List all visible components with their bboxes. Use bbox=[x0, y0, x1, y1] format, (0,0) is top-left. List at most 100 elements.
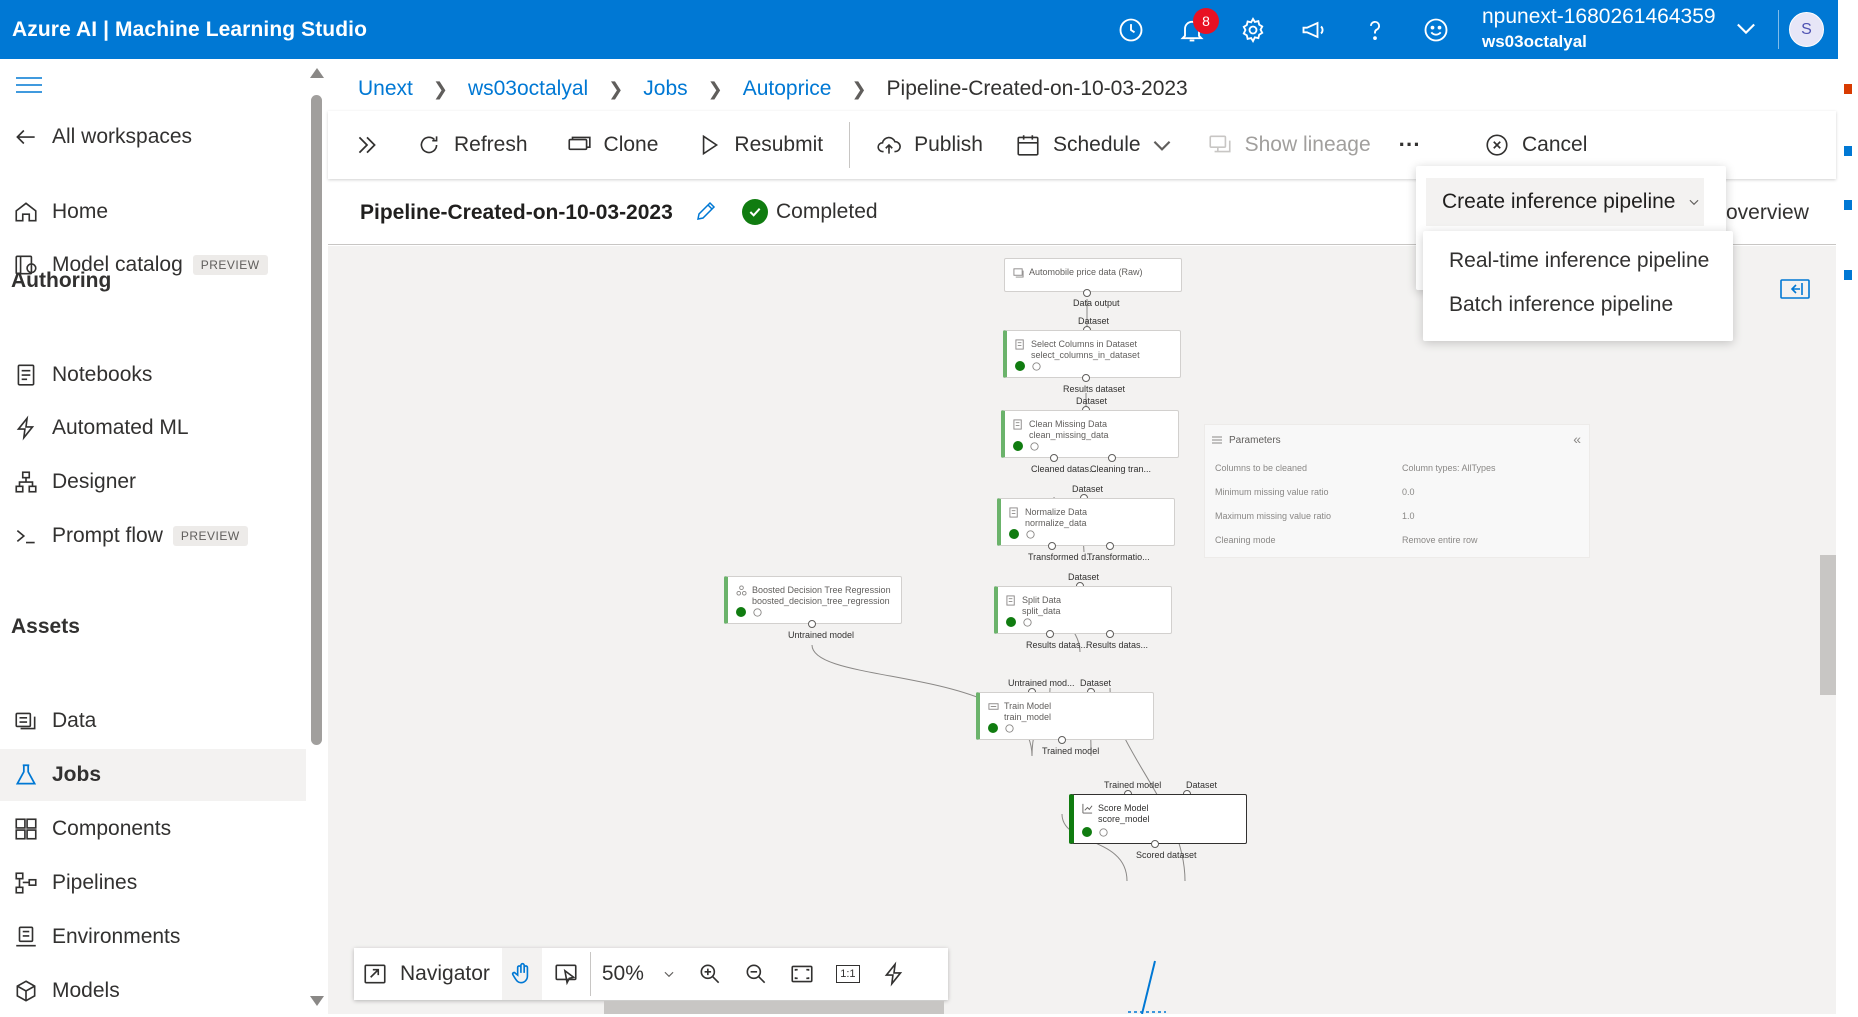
canvas-horizontal-scrollbar[interactable] bbox=[604, 1001, 944, 1014]
sidebar-item-designer[interactable]: Designer bbox=[0, 456, 306, 508]
node-split-data[interactable]: Split Data split_data bbox=[994, 586, 1172, 634]
select-tool-button[interactable] bbox=[542, 948, 590, 1000]
panel-expand-icon[interactable] bbox=[1780, 279, 1810, 299]
job-title: Pipeline-Created-on-10-03-2023 bbox=[360, 201, 673, 224]
hamburger-icon[interactable] bbox=[15, 75, 43, 95]
zoom-out-button[interactable] bbox=[733, 948, 779, 1000]
pencil-icon[interactable] bbox=[694, 199, 718, 223]
notifications-button[interactable]: 8 bbox=[1161, 0, 1222, 59]
sidebar-item-jobs[interactable]: Jobs bbox=[0, 749, 306, 801]
menu-item-realtime-inference[interactable]: Real-time inference pipeline bbox=[1449, 249, 1709, 273]
node-boosted-decision-tree[interactable]: Boosted Decision Tree Regression boosted… bbox=[724, 576, 902, 624]
output-port[interactable] bbox=[1058, 736, 1066, 744]
sidebar-item-data[interactable]: Data bbox=[0, 695, 306, 747]
fit-to-screen-button[interactable] bbox=[779, 948, 825, 1000]
node-normalize-data[interactable]: Normalize Data normalize_data bbox=[997, 498, 1175, 546]
clock-icon bbox=[1119, 18, 1142, 41]
clone-icon bbox=[567, 136, 591, 151]
breadcrumb-jobs[interactable]: Jobs bbox=[643, 77, 687, 101]
account-switcher[interactable]: npunext-1680261464359 ws03octalyal bbox=[1482, 4, 1716, 54]
sidebar-item-prompt-flow[interactable]: Prompt flow PREVIEW bbox=[0, 510, 306, 562]
canvas-vertical-scrollbar[interactable] bbox=[1820, 555, 1836, 695]
run-icon bbox=[1099, 828, 1108, 837]
pipeline-icon bbox=[15, 872, 37, 894]
node-subtitle: boosted_decision_tree_regression bbox=[752, 596, 890, 606]
port-label: Cleaning tran... bbox=[1090, 464, 1152, 474]
output-port[interactable] bbox=[1083, 289, 1091, 297]
help-button[interactable] bbox=[1344, 0, 1405, 59]
output-port[interactable] bbox=[1106, 542, 1114, 550]
output-port[interactable] bbox=[808, 620, 816, 628]
output-port[interactable] bbox=[1050, 454, 1058, 462]
output-port[interactable] bbox=[1048, 542, 1056, 550]
breadcrumb: Unext ❯ ws03octalyal ❯ Jobs ❯ Autoprice … bbox=[358, 71, 1188, 107]
menu-item-batch-inference[interactable]: Batch inference pipeline bbox=[1449, 293, 1673, 317]
sidebar-item-models[interactable]: Models bbox=[0, 965, 306, 1017]
sidebar-item-environments[interactable]: Environments bbox=[0, 911, 306, 963]
sidebar-item-all-workspaces[interactable]: All workspaces bbox=[0, 111, 306, 163]
cloud-upload-icon bbox=[877, 136, 901, 154]
sidebar-item-notebooks[interactable]: Notebooks bbox=[0, 349, 306, 401]
sidebar-item-label: Models bbox=[52, 979, 120, 1002]
resubmit-label: Resubmit bbox=[734, 133, 824, 156]
history-button[interactable] bbox=[1100, 0, 1161, 59]
actual-size-button[interactable]: 1:1 bbox=[825, 948, 871, 1000]
navigator-label: Navigator bbox=[400, 962, 490, 985]
check-icon bbox=[1015, 361, 1025, 371]
create-inference-pipeline-button[interactable]: Create inference pipeline bbox=[1426, 178, 1704, 226]
schedule-button[interactable]: Schedule bbox=[999, 111, 1191, 179]
sidebar-item-automated-ml[interactable]: Automated ML bbox=[0, 402, 306, 454]
output-port[interactable] bbox=[1106, 630, 1114, 638]
output-port[interactable] bbox=[1082, 374, 1090, 382]
sidebar-item-components[interactable]: Components bbox=[0, 803, 306, 855]
port-label: Dataset bbox=[1072, 484, 1104, 494]
port-label: Dataset bbox=[1076, 396, 1108, 406]
tree-icon bbox=[736, 585, 747, 596]
parameter-row: Maximum missing value ratio 1.0 bbox=[1215, 511, 1581, 521]
refresh-button[interactable]: Refresh bbox=[400, 111, 544, 179]
node-automobile-price-data[interactable]: Automobile price data (Raw) bbox=[1004, 258, 1182, 292]
node-clean-missing-data[interactable]: Clean Missing Data clean_missing_data bbox=[1001, 410, 1179, 458]
scroll-down-arrow[interactable] bbox=[310, 996, 324, 1006]
megaphone-icon bbox=[1302, 21, 1323, 38]
settings-button[interactable] bbox=[1222, 0, 1283, 59]
pipeline-canvas[interactable]: Automobile price data (Raw) Data output … bbox=[328, 246, 1836, 1014]
output-port[interactable] bbox=[1151, 840, 1159, 848]
tab-overview[interactable]: overview bbox=[1726, 201, 1809, 225]
inference-pipeline-menu: Real-time inference pipeline Batch infer… bbox=[1423, 231, 1733, 341]
port-label: Results dataset bbox=[1063, 384, 1126, 394]
publish-button[interactable]: Publish bbox=[860, 111, 999, 179]
home-icon bbox=[15, 202, 37, 222]
output-port[interactable] bbox=[1046, 630, 1054, 638]
sidebar-scroll-thumb[interactable] bbox=[311, 95, 322, 745]
chevron-down-icon[interactable] bbox=[1732, 14, 1760, 42]
show-lineage-button[interactable]: Show lineage bbox=[1191, 111, 1387, 179]
pan-tool-button[interactable] bbox=[501, 948, 542, 1000]
parameter-label: Maximum missing value ratio bbox=[1215, 511, 1332, 521]
create-inference-pipeline-label: Create inference pipeline bbox=[1442, 190, 1676, 213]
resubmit-button[interactable]: Resubmit bbox=[674, 111, 839, 179]
expand-panel-button[interactable] bbox=[328, 111, 400, 179]
collapse-icon[interactable]: « bbox=[1573, 431, 1581, 447]
avatar[interactable]: S bbox=[1789, 12, 1824, 47]
data-icon bbox=[15, 712, 36, 730]
breadcrumb-workspace[interactable]: ws03octalyal bbox=[468, 77, 588, 101]
announcements-button[interactable] bbox=[1283, 0, 1344, 59]
scroll-up-arrow[interactable] bbox=[310, 68, 324, 78]
node-score-model[interactable]: Score Model score_model bbox=[1069, 794, 1247, 844]
clone-button[interactable]: Clone bbox=[544, 111, 675, 179]
breadcrumb-unext[interactable]: Unext bbox=[358, 77, 413, 101]
chevron-down-icon bbox=[664, 971, 674, 978]
breadcrumb-experiment[interactable]: Autoprice bbox=[743, 77, 832, 101]
sidebar-item-pipelines[interactable]: Pipelines bbox=[0, 857, 306, 909]
node-select-columns[interactable]: Select Columns in Dataset select_columns… bbox=[1003, 330, 1181, 378]
feedback-button[interactable] bbox=[1405, 0, 1466, 59]
auto-layout-button[interactable] bbox=[871, 948, 917, 1000]
zoom-level-dropdown[interactable]: 50% bbox=[591, 948, 687, 1000]
sidebar-item-home[interactable]: Home bbox=[0, 186, 306, 238]
output-port[interactable] bbox=[1108, 454, 1116, 462]
zoom-in-button[interactable] bbox=[687, 948, 733, 1000]
node-train-model[interactable]: Train Model train_model bbox=[976, 692, 1154, 740]
app-title[interactable]: Azure AI | Machine Learning Studio bbox=[0, 18, 367, 42]
navigator-button[interactable]: Navigator bbox=[354, 948, 502, 1000]
